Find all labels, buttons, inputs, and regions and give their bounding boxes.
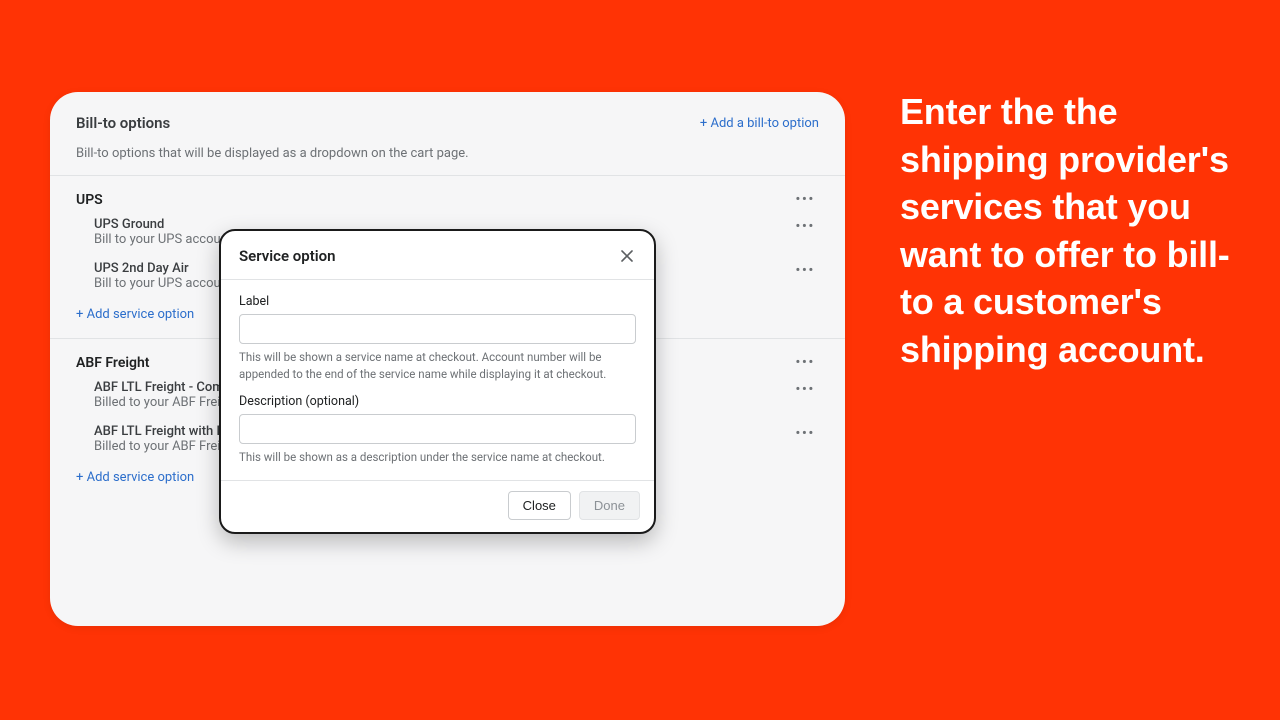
- label-field-label: Label: [239, 294, 636, 309]
- more-icon[interactable]: •••: [791, 380, 819, 399]
- add-bill-to-option-link[interactable]: + Add a bill-to option: [700, 116, 819, 131]
- label-input[interactable]: [239, 314, 636, 344]
- service-info: UPS 2nd Day Air Bill to your UPS account: [94, 261, 232, 291]
- service-desc: Bill to your UPS account: [94, 232, 232, 247]
- x-icon: [620, 249, 634, 263]
- service-desc: Bill to your UPS account: [94, 276, 232, 291]
- close-button[interactable]: Close: [508, 491, 571, 520]
- description-help-text: This will be shown as a description unde…: [239, 449, 636, 466]
- service-name: UPS 2nd Day Air: [94, 261, 232, 276]
- modal-header: Service option: [221, 231, 654, 280]
- section-title: Bill-to options: [76, 114, 170, 132]
- more-icon[interactable]: •••: [791, 353, 819, 372]
- done-button[interactable]: Done: [579, 491, 640, 520]
- description-field-label: Description (optional): [239, 394, 636, 409]
- provider-header-row: UPS •••: [76, 190, 819, 209]
- promo-text: Enter the the shipping provider's servic…: [900, 88, 1245, 373]
- service-info: UPS Ground Bill to your UPS account: [94, 217, 232, 247]
- provider-name: UPS: [76, 192, 103, 208]
- modal-footer: Close Done: [221, 480, 654, 532]
- label-help-text: This will be shown a service name at che…: [239, 349, 636, 382]
- more-icon[interactable]: •••: [791, 190, 819, 209]
- section-header: Bill-to options + Add a bill-to option B…: [50, 92, 845, 175]
- close-icon[interactable]: [618, 247, 636, 265]
- provider-name: ABF Freight: [76, 355, 150, 371]
- more-icon[interactable]: •••: [791, 217, 819, 236]
- service-name: UPS Ground: [94, 217, 232, 232]
- modal-body: Label This will be shown a service name …: [221, 280, 654, 480]
- section-title-row: Bill-to options + Add a bill-to option: [76, 114, 819, 132]
- more-icon[interactable]: •••: [791, 261, 819, 280]
- more-icon[interactable]: •••: [791, 424, 819, 443]
- section-subtitle: Bill-to options that will be displayed a…: [76, 146, 819, 161]
- modal-title: Service option: [239, 247, 336, 265]
- service-option-modal: Service option Label This will be shown …: [219, 229, 656, 534]
- description-input[interactable]: [239, 414, 636, 444]
